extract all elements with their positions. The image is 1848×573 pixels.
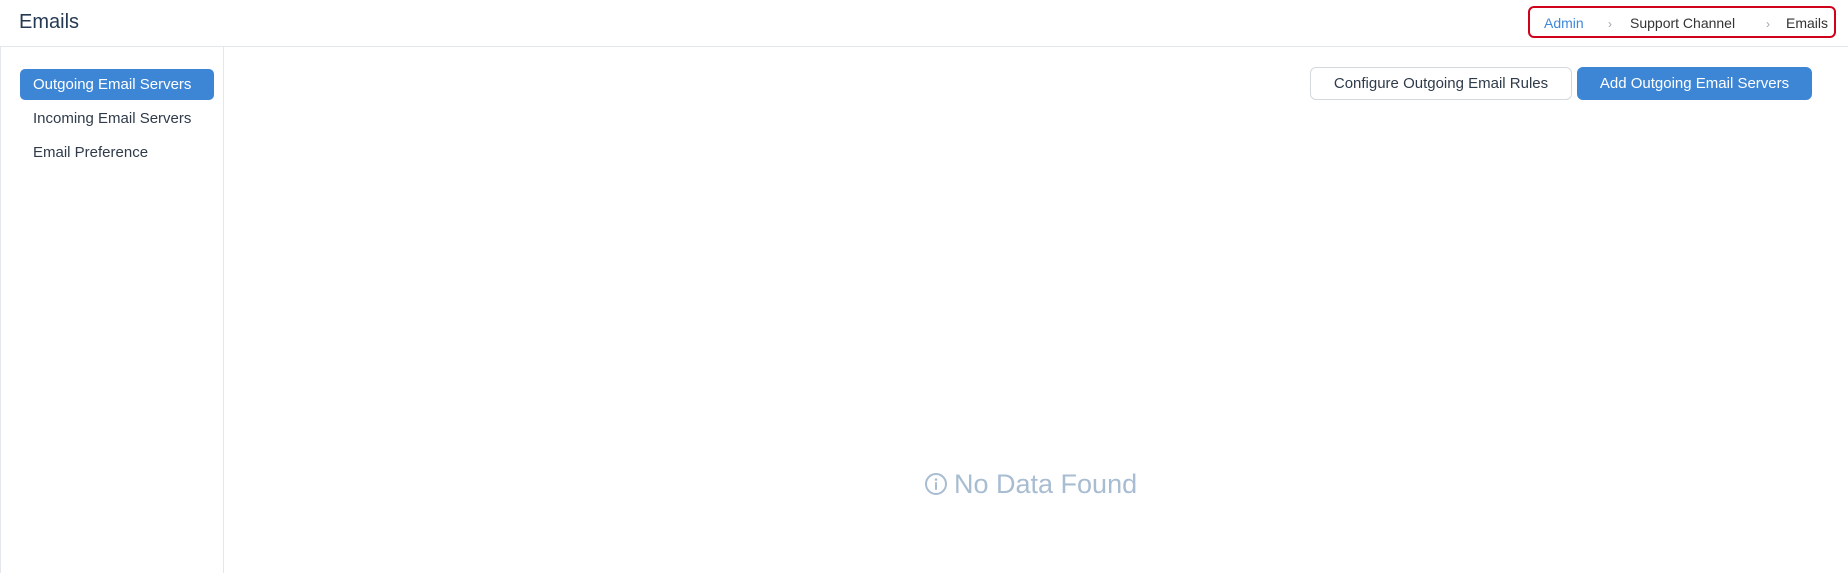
info-circle-icon [924,472,948,496]
empty-state-message: No Data Found [954,468,1138,499]
page-header: Emails Admin › Support Channel › Emails [0,0,1848,47]
sidebar-item-email-preference[interactable]: Email Preference [20,137,214,168]
sidebar-item-outgoing-email-servers[interactable]: Outgoing Email Servers [20,69,214,100]
empty-state: No Data Found [924,468,1137,500]
configure-outgoing-email-rules-button[interactable]: Configure Outgoing Email Rules [1310,67,1572,100]
breadcrumb-support-channel[interactable]: Support Channel [1630,15,1735,31]
sidebar: Outgoing Email Servers Incoming Email Se… [0,47,224,573]
add-outgoing-email-servers-button[interactable]: Add Outgoing Email Servers [1577,67,1812,100]
breadcrumb-current: Emails [1786,15,1829,31]
breadcrumb-admin-link[interactable]: Admin [1544,15,1584,31]
breadcrumb-separator-icon: › [1766,17,1770,31]
breadcrumb-separator-icon: › [1608,17,1612,31]
page-title: Emails [19,11,80,33]
sidebar-item-incoming-email-servers[interactable]: Incoming Email Servers [20,103,214,134]
breadcrumb: Admin › Support Channel › Emails [1528,6,1836,38]
